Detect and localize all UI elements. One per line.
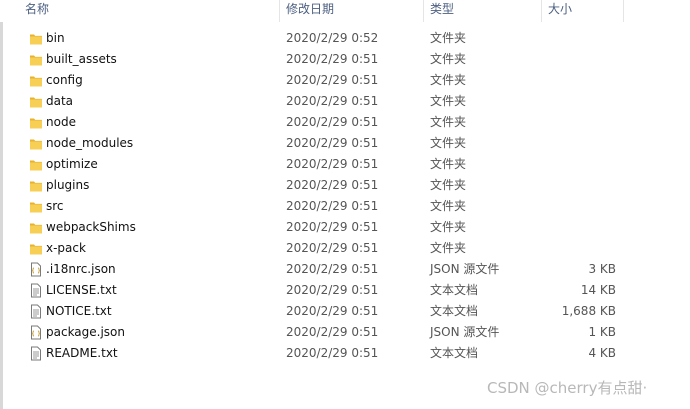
text-file-icon bbox=[29, 304, 43, 319]
file-name: README.txt bbox=[46, 346, 118, 360]
file-modified-date: 2020/2/29 0:51 bbox=[286, 94, 379, 108]
file-explorer-window: 名称 修改日期 类型 大小 bin 2020/2/29 0:52 文件夹 built_… bbox=[0, 0, 690, 409]
folder-icon bbox=[29, 157, 43, 172]
file-name: package.json bbox=[46, 325, 126, 339]
file-type: 文本文档 bbox=[430, 304, 479, 318]
file-modified-date: 2020/2/29 0:51 bbox=[286, 157, 379, 171]
column-header-modified[interactable]: 修改日期 bbox=[281, 0, 424, 22]
file-size: 3 KB bbox=[588, 262, 616, 276]
file-row[interactable]: node 2020/2/29 0:51 文件夹 bbox=[22, 112, 627, 133]
file-row[interactable]: LICENSE.txt 2020/2/29 0:51 文本文档 14 KB bbox=[22, 280, 627, 301]
file-name: bin bbox=[46, 31, 65, 45]
file-name: config bbox=[46, 73, 83, 87]
file-size: 14 KB bbox=[580, 283, 616, 297]
file-row[interactable]: node_modules 2020/2/29 0:51 文件夹 bbox=[22, 133, 627, 154]
file-type: 文件夹 bbox=[430, 94, 467, 108]
file-row[interactable]: config 2020/2/29 0:51 文件夹 bbox=[22, 70, 627, 91]
file-type: 文本文档 bbox=[430, 283, 479, 297]
file-name: node_modules bbox=[46, 136, 134, 150]
watermark-text: CSDN @cherry有点甜· bbox=[487, 379, 648, 397]
folder-icon bbox=[29, 94, 43, 109]
file-modified-date: 2020/2/29 0:51 bbox=[286, 199, 379, 213]
file-modified-date: 2020/2/29 0:51 bbox=[286, 115, 379, 129]
file-row[interactable]: built_assets 2020/2/29 0:51 文件夹 bbox=[22, 49, 627, 70]
file-name: NOTICE.txt bbox=[46, 304, 112, 318]
file-modified-date: 2020/2/29 0:51 bbox=[286, 136, 379, 150]
file-row[interactable]: data 2020/2/29 0:51 文件夹 bbox=[22, 91, 627, 112]
file-row[interactable]: NOTICE.txt 2020/2/29 0:51 文本文档 1,688 KB bbox=[22, 301, 627, 322]
column-header-name[interactable]: 名称 bbox=[20, 0, 280, 22]
file-type: JSON 源文件 bbox=[430, 262, 500, 276]
file-modified-date: 2020/2/29 0:52 bbox=[286, 31, 379, 45]
text-file-icon bbox=[29, 346, 43, 361]
file-modified-date: 2020/2/29 0:51 bbox=[286, 73, 379, 87]
file-row[interactable]: bin 2020/2/29 0:52 文件夹 bbox=[22, 28, 627, 49]
file-type: 文件夹 bbox=[430, 178, 467, 192]
file-size: 1,688 KB bbox=[561, 304, 616, 318]
folder-icon bbox=[29, 52, 43, 67]
file-name: webpackShims bbox=[46, 220, 136, 234]
file-name: x-pack bbox=[46, 241, 86, 255]
file-modified-date: 2020/2/29 0:51 bbox=[286, 346, 379, 360]
scrollbar-left-edge bbox=[0, 0, 3, 409]
file-type: 文件夹 bbox=[430, 115, 467, 129]
json-file-icon bbox=[29, 325, 43, 340]
file-type: 文件夹 bbox=[430, 136, 467, 150]
file-name: data bbox=[46, 94, 74, 108]
file-row[interactable]: x-pack 2020/2/29 0:51 文件夹 bbox=[22, 238, 627, 259]
column-header-type[interactable]: 类型 bbox=[425, 0, 542, 22]
file-row[interactable]: optimize 2020/2/29 0:51 文件夹 bbox=[22, 154, 627, 175]
folder-icon bbox=[29, 241, 43, 256]
file-type: 文件夹 bbox=[430, 241, 467, 255]
column-header-bar: 名称 修改日期 类型 大小 bbox=[0, 0, 690, 22]
file-modified-date: 2020/2/29 0:51 bbox=[286, 283, 379, 297]
file-type: JSON 源文件 bbox=[430, 325, 500, 339]
file-name: LICENSE.txt bbox=[46, 283, 117, 297]
folder-icon bbox=[29, 220, 43, 235]
file-name: src bbox=[46, 199, 64, 213]
file-name: optimize bbox=[46, 157, 98, 171]
file-name: plugins bbox=[46, 178, 90, 192]
file-row[interactable]: README.txt 2020/2/29 0:51 文本文档 4 KB bbox=[22, 343, 627, 364]
file-row[interactable]: plugins 2020/2/29 0:51 文件夹 bbox=[22, 175, 627, 196]
file-modified-date: 2020/2/29 0:51 bbox=[286, 241, 379, 255]
file-name: built_assets bbox=[46, 52, 117, 66]
folder-icon bbox=[29, 31, 43, 46]
json-file-icon bbox=[29, 262, 43, 277]
file-row[interactable]: src 2020/2/29 0:51 文件夹 bbox=[22, 196, 627, 217]
file-type: 文本文档 bbox=[430, 346, 479, 360]
file-type: 文件夹 bbox=[430, 220, 467, 234]
file-size: 4 KB bbox=[588, 346, 616, 360]
folder-icon bbox=[29, 178, 43, 193]
file-size: 1 KB bbox=[588, 325, 616, 339]
file-type: 文件夹 bbox=[430, 157, 467, 171]
file-modified-date: 2020/2/29 0:51 bbox=[286, 220, 379, 234]
file-name: node bbox=[46, 115, 76, 129]
file-type: 文件夹 bbox=[430, 73, 467, 87]
file-modified-date: 2020/2/29 0:51 bbox=[286, 262, 379, 276]
file-modified-date: 2020/2/29 0:51 bbox=[286, 304, 379, 318]
file-type: 文件夹 bbox=[430, 199, 467, 213]
column-header-size[interactable]: 大小 bbox=[543, 0, 624, 22]
file-modified-date: 2020/2/29 0:51 bbox=[286, 325, 379, 339]
folder-icon bbox=[29, 199, 43, 214]
text-file-icon bbox=[29, 283, 43, 298]
file-type: 文件夹 bbox=[430, 52, 467, 66]
file-modified-date: 2020/2/29 0:51 bbox=[286, 52, 379, 66]
file-row[interactable]: webpackShims 2020/2/29 0:51 文件夹 bbox=[22, 217, 627, 238]
file-name: .i18nrc.json bbox=[46, 262, 116, 276]
file-type: 文件夹 bbox=[430, 31, 467, 45]
file-row[interactable]: .i18nrc.json 2020/2/29 0:51 JSON 源文件 3 KB bbox=[22, 259, 627, 280]
folder-icon bbox=[29, 73, 43, 88]
folder-icon bbox=[29, 115, 43, 130]
file-modified-date: 2020/2/29 0:51 bbox=[286, 178, 379, 192]
file-row[interactable]: package.json 2020/2/29 0:51 JSON 源文件 1 KB bbox=[22, 322, 627, 343]
folder-icon bbox=[29, 136, 43, 151]
